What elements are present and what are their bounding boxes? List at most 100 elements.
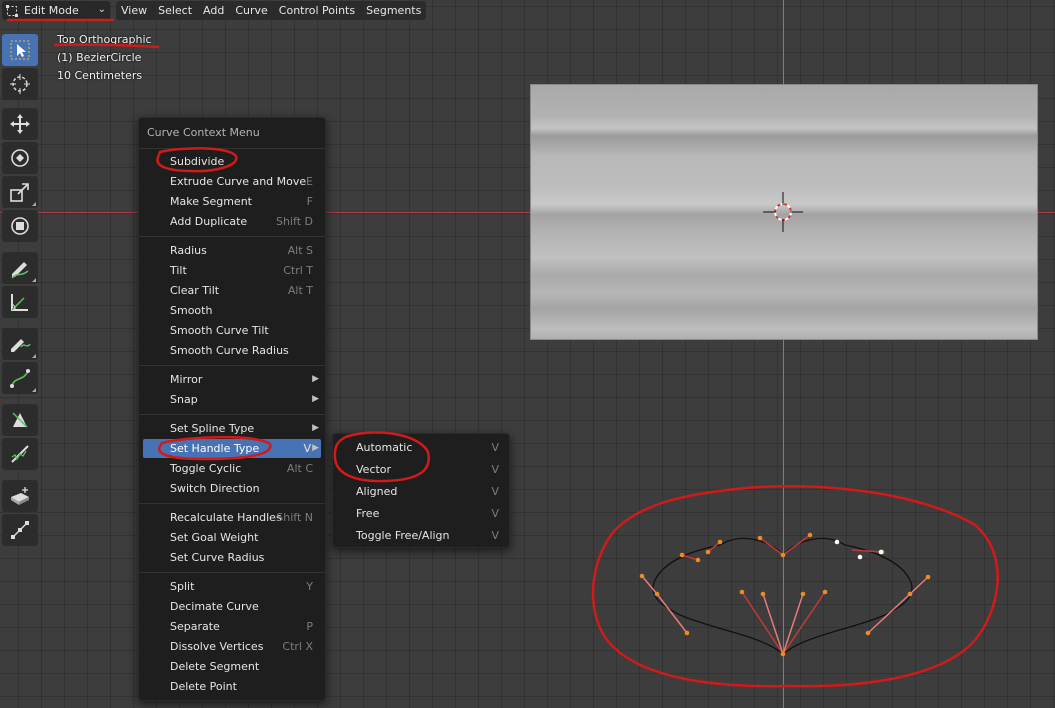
submenu-item-automatic[interactable]: Automatic V <box>337 438 507 457</box>
tilt-tool[interactable] <box>2 404 38 436</box>
menu-item-set-spline-type[interactable]: Set Spline Type ▶ <box>143 419 321 438</box>
item-shortcut: Alt T <box>287 284 313 297</box>
mode-label: Edit Mode <box>24 4 79 17</box>
item-shortcut: Shift N <box>276 511 313 524</box>
menu-item-recalculate-handles[interactable]: Recalculate Handles Shift N <box>143 508 321 527</box>
menu-control-points[interactable]: Control Points <box>274 1 360 20</box>
submenu-arrow-icon: ▶ <box>312 394 319 404</box>
randomize-tool[interactable] <box>2 438 38 470</box>
menu-item-separate[interactable]: Separate P <box>143 617 321 636</box>
separator <box>139 236 325 237</box>
draw-tool[interactable] <box>2 328 38 360</box>
scale-tool[interactable] <box>2 176 38 208</box>
item-label: Set Handle Type <box>170 442 260 455</box>
handle-type-submenu: Automatic V Vector V Aligned V Free V Toggle… <box>332 433 510 548</box>
menu-item-switch-direction[interactable]: Switch Direction <box>143 479 321 498</box>
menu-item-subdivide[interactable]: Subdivide <box>143 152 321 171</box>
separator <box>139 572 325 573</box>
menu-item-mirror[interactable]: Mirror ▶ <box>143 370 321 389</box>
3d-cursor-icon[interactable] <box>763 192 803 232</box>
menu-item-dissolve-vertices[interactable]: Dissolve Vertices Ctrl X <box>143 637 321 656</box>
item-shortcut: Alt S <box>287 244 313 257</box>
submenu-item-toggle-free-align[interactable]: Toggle Free/Align V <box>337 526 507 545</box>
item-label: Add Duplicate <box>170 215 248 228</box>
measure-tool[interactable] <box>2 286 38 318</box>
item-label: Clear Tilt <box>170 284 220 297</box>
menu-item-snap[interactable]: Snap ▶ <box>143 390 321 409</box>
menu-item-radius[interactable]: Radius Alt S <box>143 241 321 260</box>
item-label: Make Segment <box>170 195 252 208</box>
extrude-tool[interactable] <box>2 480 38 512</box>
menu-item-set-goal-weight[interactable]: Set Goal Weight <box>143 528 321 547</box>
menu-curve[interactable]: Curve <box>230 1 272 20</box>
move-tool[interactable] <box>2 108 38 140</box>
menu-item-split[interactable]: Split Y <box>143 577 321 596</box>
menu-item-tilt[interactable]: Tilt Ctrl T <box>143 261 321 280</box>
menu-view[interactable]: View <box>116 1 152 20</box>
item-label: Delete Segment <box>170 660 260 673</box>
transform-tool[interactable] <box>2 210 38 242</box>
item-label: Set Spline Type <box>170 422 255 435</box>
menu-item-clear-tilt[interactable]: Clear Tilt Alt T <box>143 281 321 300</box>
menu-item-add-duplicate[interactable]: Add Duplicate Shift D <box>143 212 321 231</box>
extrude-icon <box>11 487 29 505</box>
item-shortcut: V <box>491 485 499 498</box>
radius-icon <box>11 521 29 539</box>
item-shortcut: V <box>303 442 311 455</box>
scale-icon <box>10 183 29 202</box>
item-label: Automatic <box>356 441 413 454</box>
menu-item-delete-point[interactable]: Delete Point <box>143 677 321 696</box>
item-label: Delete Point <box>170 680 237 693</box>
separator <box>139 414 325 415</box>
randomize-icon <box>11 445 29 463</box>
menu-segments[interactable]: Segments <box>361 1 426 20</box>
menu-select[interactable]: Select <box>153 1 197 20</box>
item-label: Split <box>170 580 195 593</box>
submenu-item-vector[interactable]: Vector V <box>337 460 507 479</box>
menu-item-delete-segment[interactable]: Delete Segment <box>143 657 321 676</box>
viewport-header: Edit Mode ⌄ View Select Add Curve Contro… <box>0 0 1055 22</box>
item-label: Separate <box>170 620 220 633</box>
item-label: Recalculate Handles <box>170 511 282 524</box>
menu-item-make-segment[interactable]: Make Segment F <box>143 192 321 211</box>
submenu-arrow-icon: ▶ <box>312 443 319 453</box>
tilt-icon <box>12 412 28 428</box>
menu-item-smooth-curve-radius[interactable]: Smooth Curve Radius <box>143 341 321 360</box>
item-shortcut: E <box>306 175 313 188</box>
draw-icon <box>11 339 31 352</box>
rotate-tool[interactable] <box>2 142 38 174</box>
select-box-tool[interactable] <box>2 34 38 66</box>
menu-item-set-handle-type[interactable]: Set Handle Type V ▶ <box>143 439 321 458</box>
cursor-tool[interactable] <box>2 68 38 100</box>
submenu-item-free[interactable]: Free V <box>337 504 507 523</box>
annotate-icon <box>11 262 29 279</box>
menu-item-set-curve-radius[interactable]: Set Curve Radius <box>143 548 321 567</box>
menu-item-extrude-curve[interactable]: Extrude Curve and Move E <box>143 172 321 191</box>
item-label: Tilt <box>170 264 187 277</box>
item-label: Aligned <box>356 485 398 498</box>
item-shortcut: Shift D <box>276 215 313 228</box>
menu-item-decimate-curve[interactable]: Decimate Curve <box>143 597 321 616</box>
bezier-curve[interactable] <box>620 520 940 670</box>
corner-indicator <box>32 202 36 206</box>
select-box-icon <box>10 40 30 60</box>
item-label: Smooth Curve Tilt <box>170 324 269 337</box>
object-name: (1) BezierCircle <box>57 51 142 64</box>
item-shortcut: F <box>306 195 313 208</box>
menu-item-smooth[interactable]: Smooth <box>143 301 321 320</box>
item-label: Subdivide <box>170 155 225 168</box>
rotate-icon <box>11 149 29 167</box>
item-label: Vector <box>356 463 392 476</box>
curve-context-menu: Curve Context Menu Subdivide Extrude Cur… <box>138 117 326 701</box>
menu-item-smooth-curve-tilt[interactable]: Smooth Curve Tilt <box>143 321 321 340</box>
submenu-item-aligned[interactable]: Aligned V <box>337 482 507 501</box>
radius-tool[interactable] <box>2 514 38 546</box>
mode-dropdown[interactable]: Edit Mode ⌄ <box>2 1 110 20</box>
item-shortcut: V <box>491 507 499 520</box>
curve-pen-tool[interactable] <box>2 362 38 394</box>
menu-add[interactable]: Add <box>198 1 229 20</box>
menu-item-toggle-cyclic[interactable]: Toggle Cyclic Alt C <box>143 459 321 478</box>
annotate-tool[interactable] <box>2 252 38 284</box>
item-shortcut: Ctrl X <box>282 640 313 653</box>
menu-title: Curve Context Menu <box>147 126 260 139</box>
